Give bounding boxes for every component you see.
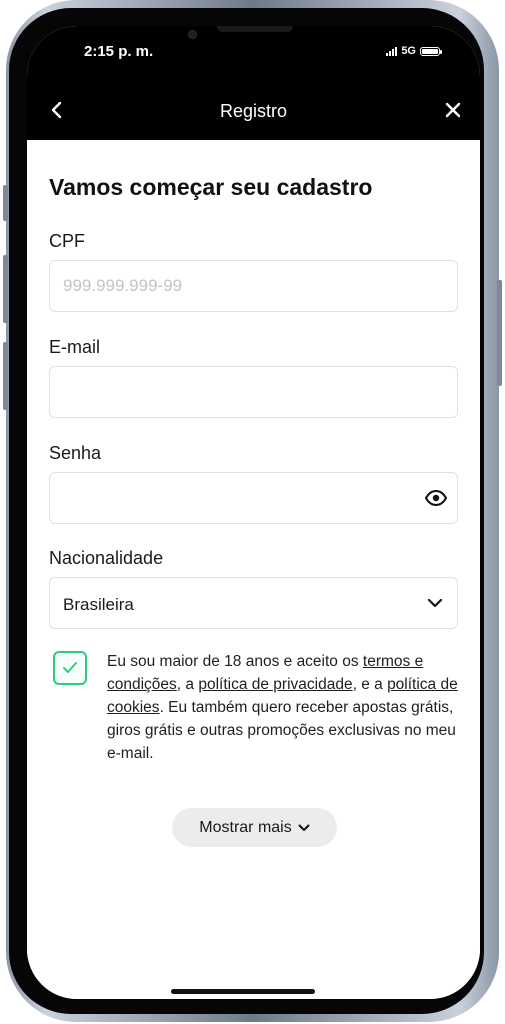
chevron-down-icon — [427, 598, 443, 608]
consent-text-part: Eu sou maior de 18 anos e aceito os — [107, 653, 363, 670]
close-icon — [445, 102, 461, 118]
consent-text: Eu sou maior de 18 anos e aceito os term… — [107, 650, 467, 765]
close-button[interactable] — [442, 99, 464, 121]
network-label: 5G — [401, 45, 416, 57]
nationality-label: Nacionalidade — [49, 548, 164, 568]
chevron-down-icon — [298, 824, 310, 831]
privacy-policy-link[interactable]: política de privacidade — [198, 676, 352, 693]
consent-text-part: , e a — [352, 676, 388, 693]
eye-icon — [424, 489, 448, 507]
nationality-selected-value: Brasileira — [63, 595, 134, 614]
toggle-password-visibility-button[interactable] — [424, 487, 448, 509]
consent-text-part: . Eu também quero receber apostas grátis… — [107, 699, 456, 762]
signal-icon — [386, 46, 398, 56]
status-indicators: 5G — [386, 45, 442, 57]
cpf-field-box — [49, 260, 458, 312]
front-camera — [188, 30, 197, 39]
checkmark-icon — [63, 662, 77, 673]
battery-icon — [420, 46, 442, 56]
page-title: Vamos começar seu cadastro — [49, 174, 373, 200]
nav-title: Registro — [219, 101, 288, 121]
password-field-box — [49, 472, 458, 524]
email-label: E-mail — [49, 337, 101, 357]
power-button — [497, 280, 502, 386]
registration-form: Vamos começar seu cadastro CPF E-mail Se… — [27, 140, 480, 999]
phone-screen: 2:15 p. m. 5G Registro Vamos começar seu… — [27, 26, 480, 999]
home-indicator[interactable] — [171, 989, 315, 994]
top-bar: 2:15 p. m. 5G Registro — [27, 26, 480, 140]
consent-text-part: , a — [176, 676, 199, 693]
cpf-input[interactable] — [50, 261, 457, 311]
cpf-label: CPF — [49, 231, 85, 251]
show-more-label: Mostrar mais — [199, 818, 292, 836]
email-input[interactable] — [50, 367, 457, 417]
speaker — [217, 26, 293, 32]
password-input[interactable] — [50, 473, 457, 523]
nationality-select[interactable]: Brasileira — [49, 577, 458, 629]
consent-checkbox[interactable] — [53, 651, 87, 685]
silent-switch — [3, 185, 8, 221]
status-time: 2:15 p. m. — [84, 43, 154, 60]
show-more-button[interactable]: Mostrar mais — [172, 808, 337, 847]
email-field-box — [49, 366, 458, 418]
volume-up-button — [3, 255, 8, 323]
password-label: Senha — [49, 443, 102, 463]
volume-down-button — [3, 342, 8, 410]
